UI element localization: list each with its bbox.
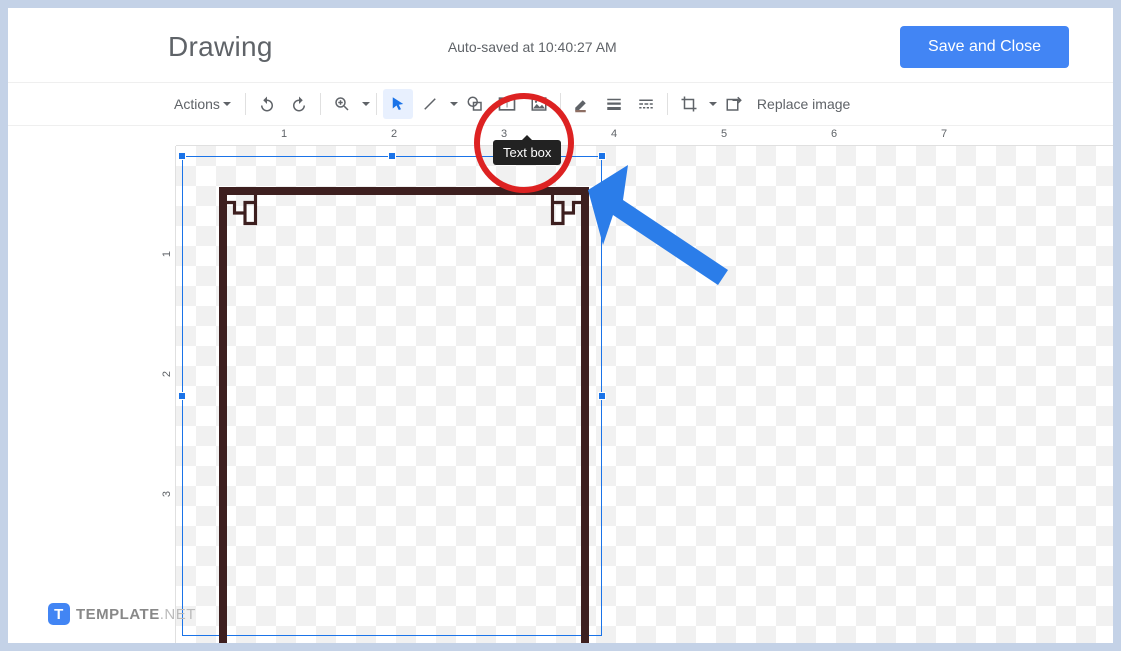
resize-handle[interactable] bbox=[598, 152, 606, 160]
undo-button[interactable] bbox=[252, 89, 282, 119]
autosave-status: Auto-saved at 10:40:27 AM bbox=[448, 39, 617, 55]
textbox-tool[interactable]: T bbox=[492, 89, 522, 119]
separator bbox=[667, 93, 668, 115]
vertical-ruler[interactable]: 1 2 3 bbox=[156, 146, 176, 643]
line-tool[interactable] bbox=[415, 89, 445, 119]
line-icon bbox=[421, 95, 439, 113]
horizontal-ruler[interactable]: 1 2 3 4 5 6 7 bbox=[176, 126, 1113, 146]
tooltip: Text box bbox=[493, 140, 561, 165]
dialog-title: Drawing bbox=[168, 31, 273, 63]
separator bbox=[376, 93, 377, 115]
frame-image[interactable] bbox=[219, 187, 589, 643]
svg-text:T: T bbox=[504, 99, 509, 109]
undo-icon bbox=[258, 95, 276, 113]
resize-handle[interactable] bbox=[178, 152, 186, 160]
drawing-dialog: Drawing Auto-saved at 10:40:27 AM Save a… bbox=[8, 8, 1113, 643]
separator bbox=[245, 93, 246, 115]
dialog-header: Drawing Auto-saved at 10:40:27 AM Save a… bbox=[8, 8, 1113, 76]
chevron-down-icon bbox=[709, 102, 717, 106]
redo-icon bbox=[290, 95, 308, 113]
separator bbox=[560, 93, 561, 115]
separator bbox=[320, 93, 321, 115]
corner-ornament-icon bbox=[224, 192, 266, 234]
border-dash-button[interactable] bbox=[631, 89, 661, 119]
cursor-icon bbox=[389, 95, 407, 113]
line-weight-icon bbox=[605, 95, 623, 113]
actions-menu[interactable]: Actions bbox=[166, 92, 239, 116]
image-icon bbox=[530, 95, 548, 113]
textbox-icon: T bbox=[497, 94, 517, 114]
reset-image-button[interactable] bbox=[719, 89, 749, 119]
zoom-button[interactable] bbox=[327, 89, 357, 119]
resize-handle[interactable] bbox=[388, 152, 396, 160]
crop-button[interactable] bbox=[674, 89, 704, 119]
shape-icon bbox=[466, 95, 484, 113]
shape-tool[interactable] bbox=[460, 89, 490, 119]
select-tool[interactable] bbox=[383, 89, 413, 119]
border-color-button[interactable] bbox=[567, 89, 597, 119]
save-close-button[interactable]: Save and Close bbox=[900, 26, 1069, 68]
replace-image-button[interactable]: Replace image bbox=[757, 96, 850, 112]
pen-icon bbox=[573, 95, 591, 113]
crop-icon bbox=[680, 95, 698, 113]
zoom-icon bbox=[333, 95, 351, 113]
decorative-frame bbox=[219, 187, 589, 643]
toolbar: Actions T bbox=[8, 82, 1113, 126]
line-dash-icon bbox=[637, 95, 655, 113]
actions-label: Actions bbox=[174, 96, 220, 112]
chevron-down-icon bbox=[223, 102, 231, 106]
reset-image-icon bbox=[725, 95, 743, 113]
resize-handle[interactable] bbox=[598, 392, 606, 400]
watermark-badge: T bbox=[48, 603, 70, 625]
resize-handle[interactable] bbox=[178, 392, 186, 400]
watermark: T TEMPLATE.NET bbox=[48, 603, 196, 625]
watermark-brand: TEMPLATE bbox=[76, 606, 160, 623]
image-tool[interactable] bbox=[524, 89, 554, 119]
selection-box[interactable] bbox=[182, 156, 602, 636]
redo-button[interactable] bbox=[284, 89, 314, 119]
chevron-down-icon bbox=[450, 102, 458, 106]
border-weight-button[interactable] bbox=[599, 89, 629, 119]
chevron-down-icon bbox=[362, 102, 370, 106]
watermark-domain: .NET bbox=[160, 606, 196, 623]
annotation-arrow-icon bbox=[578, 165, 738, 295]
